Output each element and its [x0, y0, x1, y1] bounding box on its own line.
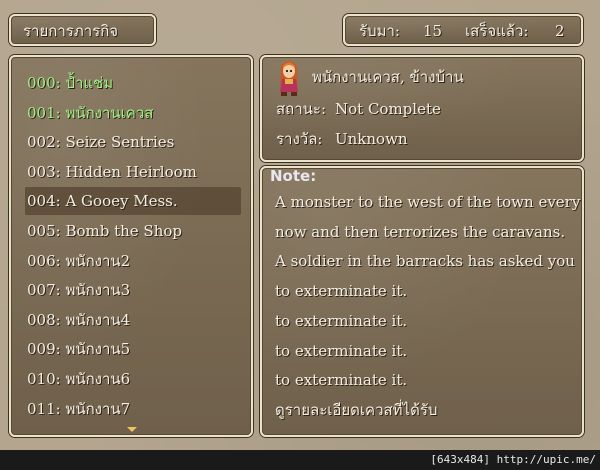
watermark: [643x484] http://upic.me/ [430, 453, 596, 466]
quest-list-item[interactable]: 004: A Gooey Mess. [27, 187, 178, 216]
game-screen: รายการภารกิจ รับมา: 15 เสร็จแล้ว: 2 000:… [0, 0, 600, 450]
status-value: Not Complete [335, 100, 441, 118]
quest-list-item[interactable]: 002: Seize Sentries [27, 128, 174, 157]
note-line: now and then terrorizes the caravans. [275, 222, 566, 241]
completed-label: เสร็จแล้ว: [465, 22, 529, 40]
note-title: Note: [270, 167, 317, 185]
quest-list-window[interactable]: 000: ป้ำแช่ม 001: พนักงานเควส 002: Seize S… [9, 55, 253, 437]
quest-list-item[interactable]: 008: พนักงาน4 [27, 306, 130, 335]
quest-list-item[interactable]: 005: Bomb the Shop [27, 217, 182, 246]
status-label: สถานะ: [276, 100, 327, 118]
menu-title-window: รายการภารกิจ [9, 14, 156, 46]
quest-list-item[interactable]: 011: พนักงาน7 [27, 395, 130, 424]
reward-label: รางวัล: [276, 130, 323, 148]
note-line: A soldier in the barracks has asked you [275, 252, 575, 271]
quest-list-item[interactable]: 006: พนักงาน2 [27, 247, 130, 276]
quest-list-item[interactable]: 007: พนักงาน3 [27, 276, 130, 305]
completed-count: 2 [555, 22, 565, 40]
note-line: to exterminate it. [275, 282, 408, 301]
reward-value: Unknown [335, 130, 408, 148]
note-line: to exterminate it. [275, 371, 408, 390]
quest-list-item[interactable]: 009: พนักงาน5 [27, 335, 130, 364]
scroll-down-arrow-icon[interactable] [127, 427, 137, 432]
note-line: to exterminate it. [275, 311, 408, 330]
received-count: 15 [423, 22, 443, 40]
quest-giver-portrait-icon [280, 61, 298, 96]
received-label: รับมา: [359, 22, 400, 40]
quest-list-item[interactable]: 001: พนักงานเควส [27, 99, 153, 128]
quest-list-item[interactable]: 003: Hidden Heirloom [27, 158, 197, 187]
quest-client: พนักงานเควส, ข้างบ้าน [312, 68, 464, 86]
quest-info-window: พนักงานเควส, ข้างบ้าน สถานะ: Not Complet… [260, 55, 584, 162]
quest-list-item[interactable]: 000: ป้ำแช่ม [27, 69, 113, 98]
note-line: A monster to the west of the town every [275, 193, 581, 211]
note-line: ดูรายละเอียดเควสที่ได้รับ [275, 400, 438, 419]
quest-note-window: Note: A monster to the west of the town … [260, 166, 584, 437]
quest-list-item[interactable]: 010: พนักงาน6 [27, 365, 130, 394]
quest-count-window: รับมา: 15 เสร็จแล้ว: 2 [343, 14, 583, 46]
menu-title: รายการภารกิจ [23, 22, 119, 40]
note-line: to exterminate it. [275, 341, 408, 360]
